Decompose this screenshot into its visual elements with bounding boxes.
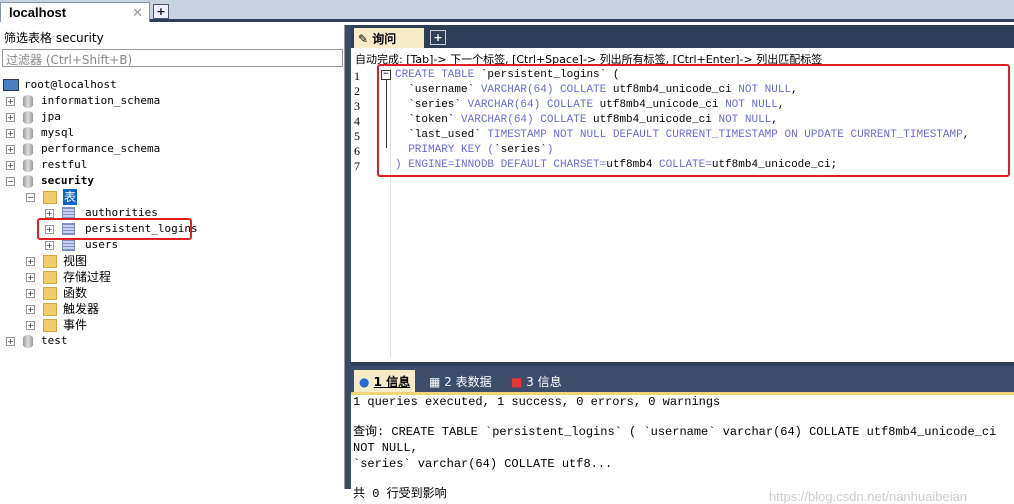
highlight-box (37, 218, 192, 240)
tab-table-data[interactable]: ▦ 2 表数据 (424, 370, 497, 392)
folder-icon (43, 190, 57, 204)
line-number: 6 (354, 144, 360, 158)
query-panel: ✎ 询问 + 自动完成: [Tab]-> 下一个标签, [Ctrl+Space]… (351, 25, 1014, 504)
tree-folder-tables[interactable]: − 表 (26, 189, 78, 205)
tree-label: 函数 (63, 286, 88, 300)
database-icon (23, 126, 33, 140)
line-number: 1 (354, 69, 360, 83)
info-blocks-icon: ■ (511, 375, 523, 389)
tree-db-item[interactable]: + jpa (6, 109, 61, 125)
tree-label: 事件 (63, 318, 88, 332)
folder-icon (43, 318, 57, 332)
database-icon (23, 110, 33, 124)
expand-icon[interactable]: + (6, 144, 15, 154)
expand-icon[interactable]: + (45, 240, 54, 250)
collapse-icon[interactable]: − (26, 192, 35, 202)
tree-label: 存储过程 (63, 270, 112, 284)
tree-label: jpa (41, 110, 61, 123)
table-icon (62, 239, 75, 251)
tree-label: mysql (41, 126, 75, 139)
expand-icon[interactable]: + (6, 160, 15, 170)
folder-icon (43, 254, 57, 268)
tab-label: 1 信息 (373, 375, 411, 389)
folder-icon (43, 302, 57, 316)
add-query-button[interactable]: + (430, 30, 446, 45)
expand-icon[interactable]: + (45, 208, 54, 218)
tree-folder-item[interactable]: + 事件 (26, 317, 87, 333)
line-number: 4 (354, 114, 360, 128)
expand-icon[interactable]: + (26, 304, 35, 314)
line-number: 3 (354, 99, 360, 113)
query-icon: ✎ (358, 32, 373, 46)
database-icon (23, 94, 33, 108)
tree-label: security (41, 174, 94, 187)
tree-label: test (41, 334, 68, 347)
output-query-line: `series` varchar(64) COLLATE utf8... (353, 457, 613, 471)
line-number: 5 (354, 129, 360, 143)
tree-db-security[interactable]: − security (6, 173, 94, 189)
server-icon (3, 79, 19, 91)
tree-label: 触发器 (63, 302, 100, 316)
object-browser: 筛选表格 security 过滤器 (Ctrl+Shift+B) root@lo… (0, 25, 345, 489)
expand-icon[interactable]: + (26, 320, 35, 330)
folder-icon (43, 286, 57, 300)
database-icon (23, 174, 33, 188)
query-tab-bar: ✎ 询问 + (351, 25, 1014, 48)
collapse-icon[interactable]: − (6, 176, 15, 186)
query-tab[interactable]: ✎ 询问 (354, 28, 424, 48)
output-summary: 1 queries executed, 1 success, 0 errors,… (353, 395, 721, 409)
expand-icon[interactable]: + (26, 288, 35, 298)
connection-tab[interactable]: localhost ✕ (0, 2, 150, 22)
tree-db-item[interactable]: + restful (6, 157, 87, 173)
close-icon[interactable]: ✕ (132, 5, 143, 21)
highlight-box (377, 64, 1010, 177)
expand-icon[interactable]: + (6, 112, 15, 122)
output-tab-bar: ● 1 信息 ▦ 2 表数据 ■ 3 信息 (351, 362, 1014, 392)
watermark: https://blog.csdn.net/nanhuaibeian (769, 489, 968, 504)
tree-folder-item[interactable]: + 触发器 (26, 301, 99, 317)
expand-icon[interactable]: + (26, 256, 35, 266)
info-icon: ● (359, 375, 370, 389)
expand-icon[interactable]: + (6, 96, 15, 106)
add-connection-button[interactable]: + (153, 4, 169, 19)
tree-label: root@localhost (24, 78, 117, 91)
expand-icon[interactable]: + (6, 336, 15, 346)
line-number: 2 (354, 84, 360, 98)
tree-folder-item[interactable]: + 视图 (26, 253, 87, 269)
output-messages: 1 queries executed, 1 success, 0 errors,… (353, 394, 1008, 502)
tree-db-item[interactable]: + mysql (6, 125, 74, 141)
tree-db-item[interactable]: + performance_schema (6, 141, 160, 157)
table-icon: ▦ (429, 375, 441, 389)
expand-icon[interactable]: + (26, 272, 35, 282)
line-number: 7 (354, 159, 360, 173)
query-tab-label: 询问 (372, 32, 397, 46)
database-icon (23, 142, 33, 156)
folder-icon (43, 270, 57, 284)
database-icon (23, 334, 33, 348)
tree-root[interactable]: root@localhost (3, 77, 117, 93)
tree-db-test[interactable]: + test (6, 333, 68, 349)
tree-db-item[interactable]: + information_schema (6, 93, 160, 109)
tree-label: information_schema (41, 94, 161, 107)
connection-tab-bar: localhost ✕ + (0, 0, 1014, 22)
filter-label: 筛选表格 security (4, 31, 104, 45)
tree-label: performance_schema (41, 142, 161, 155)
tree-folder-item[interactable]: + 函数 (26, 285, 87, 301)
output-query-line: 查询: CREATE TABLE `persistent_logins` ( `… (353, 425, 997, 455)
filter-input[interactable]: 过滤器 (Ctrl+Shift+B) (2, 49, 343, 67)
tree-folder-item[interactable]: + 存储过程 (26, 269, 111, 285)
connection-tab-label: localhost (9, 5, 67, 20)
expand-icon[interactable]: + (6, 128, 15, 138)
tab-messages[interactable]: ● 1 信息 (354, 370, 416, 392)
tree-label: 表 (63, 189, 78, 205)
tree-label: restful (41, 158, 88, 171)
tab-info[interactable]: ■ 3 信息 (506, 370, 567, 392)
tree-label: 视图 (63, 254, 88, 268)
tab-label: 3 信息 (526, 375, 562, 389)
database-icon (23, 158, 33, 172)
tab-label: 2 表数据 (444, 375, 492, 389)
